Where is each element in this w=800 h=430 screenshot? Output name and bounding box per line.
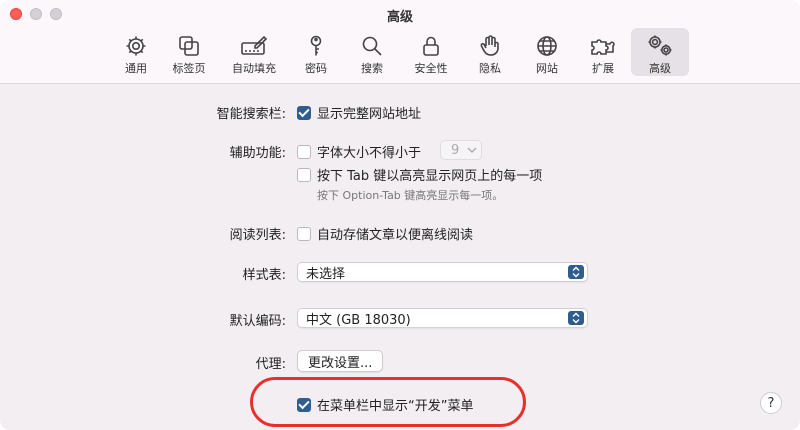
globe-icon: [537, 36, 557, 56]
reading-list-text: 自动存储文章以便离线阅读: [317, 228, 474, 243]
smart-search-checkbox[interactable]: [297, 105, 311, 120]
search-icon: [362, 36, 382, 56]
tab-label: 隐私: [479, 62, 501, 75]
encoding-select[interactable]: 中文 (GB 18030): [297, 308, 588, 328]
reading-list-checkbox[interactable]: [297, 226, 311, 241]
window-title: 高级: [386, 10, 413, 25]
tab-security[interactable]: 安全性: [401, 28, 461, 76]
tab-highlight-hint: 按下 Option-Tab 键高亮显示每一项。: [317, 189, 504, 202]
smart-search-option[interactable]: 显示完整网站地址: [297, 103, 421, 122]
tab-websites[interactable]: 网站: [519, 28, 575, 76]
stylesheet-stepper: [568, 265, 584, 279]
hand-icon: [480, 35, 499, 56]
autofill-icon: [241, 35, 268, 55]
toolbar: 高级 通用 标签页 自动填充 密码 搜索 安全性 隐私 网站 扩展 高级: [0, 0, 800, 84]
proxy-label: 代理:: [255, 357, 286, 372]
tab-general[interactable]: 通用: [113, 28, 159, 76]
smart-search-label: 智能搜索栏:: [216, 107, 286, 122]
tab-label: 搜索: [361, 62, 383, 75]
tab-highlight-text: 按下 Tab 键以高亮显示网页上的每一项: [317, 169, 543, 184]
preferences-window: 高级 通用 标签页 自动填充 密码 搜索 安全性 隐私 网站 扩展 高级 智能搜…: [0, 0, 800, 430]
tab-label: 扩展: [592, 62, 614, 75]
tab-passwords[interactable]: 密码: [289, 28, 343, 76]
tab-search[interactable]: 搜索: [343, 28, 401, 76]
up-down-chevron-icon: [572, 312, 580, 324]
preferences-tabs: 通用 标签页 自动填充 密码 搜索 安全性 隐私 网站 扩展 高级: [113, 28, 689, 76]
min-font-size-select[interactable]: 9: [440, 140, 482, 160]
chevron-down-icon: [467, 147, 477, 153]
tab-label: 高级: [649, 62, 671, 75]
stylesheet-label: 样式表:: [242, 268, 286, 283]
tab-extensions[interactable]: 扩展: [575, 28, 631, 76]
gear-icon: [126, 36, 146, 56]
tab-label: 安全性: [414, 62, 448, 75]
change-settings-button[interactable]: 更改设置...: [297, 350, 384, 372]
tab-advanced[interactable]: 高级: [631, 28, 689, 76]
tabs-icon: [179, 36, 199, 56]
stylesheet-select[interactable]: 未选择: [297, 262, 588, 282]
tab-privacy[interactable]: 隐私: [461, 28, 519, 76]
accessibility-label: 辅助功能:: [229, 146, 286, 161]
reading-list-option[interactable]: 自动存储文章以便离线阅读: [297, 224, 473, 243]
tab-highlight-option[interactable]: 按下 Tab 键以高亮显示网页上的每一项: [297, 165, 542, 184]
stylesheet-value: 未选择: [306, 266, 346, 282]
encoding-stepper: [568, 311, 584, 325]
gears-icon: [648, 35, 672, 56]
smart-search-text: 显示完整网站地址: [317, 107, 422, 122]
lock-icon: [423, 36, 439, 56]
tab-highlight-checkbox[interactable]: [297, 167, 311, 182]
tab-label: 通用: [125, 62, 147, 75]
min-font-option[interactable]: 字体大小不得小于: [297, 142, 421, 161]
min-font-size-value: 9: [451, 142, 460, 158]
min-font-text: 字体大小不得小于: [317, 146, 422, 161]
tab-autofill[interactable]: 自动填充: [219, 28, 289, 76]
tab-label: 自动填充: [232, 62, 276, 75]
annotation-highlight-ring: [250, 377, 526, 427]
help-button[interactable]: ?: [760, 392, 782, 414]
tab-label: 密码: [305, 62, 327, 75]
tab-label: 网站: [536, 62, 558, 75]
encoding-label: 默认编码:: [229, 314, 286, 329]
key-icon: [310, 35, 322, 56]
min-font-checkbox[interactable]: [297, 144, 311, 159]
tab-tabs[interactable]: 标签页: [159, 28, 219, 76]
up-down-chevron-icon: [572, 266, 580, 278]
puzzle-icon: [591, 39, 615, 55]
tab-label: 标签页: [172, 62, 206, 75]
encoding-value: 中文 (GB 18030): [306, 312, 411, 328]
reading-list-label: 阅读列表:: [229, 228, 286, 243]
